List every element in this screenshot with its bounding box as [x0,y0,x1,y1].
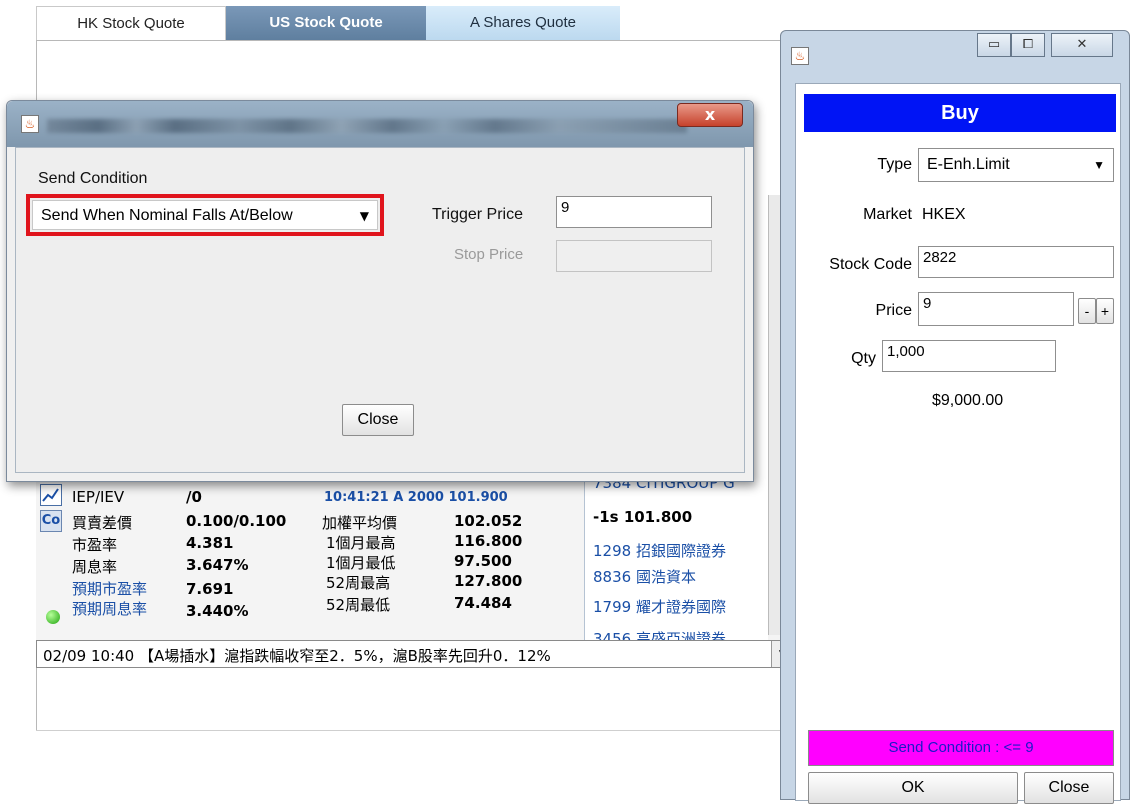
label-52w-low: 52周最低 [326,596,391,614]
value-forward-yield: 3.440% [186,602,249,620]
broker-row: 1298 招銀國際證券 [593,542,726,560]
broker-row: 3456 高盛亞洲證券 [593,630,726,640]
price-label: Price [875,302,912,319]
trade-info: 10:41:21 A 2000 101.900 [324,490,508,505]
dialog-titlebar[interactable]: ♨ x [7,101,753,147]
broker-row: 1799 耀才證券國際 [593,598,726,616]
divider [36,730,796,731]
highlight-box [26,194,384,236]
type-dropdown[interactable]: E-Enh.Limit ▼ [918,148,1114,182]
window-controls: ▭ ⧠ ✕ [977,33,1125,59]
dialog-close-button[interactable]: x [677,103,743,127]
close-icon[interactable]: ✕ [1051,33,1113,57]
value-yield: 3.647% [186,556,249,574]
java-icon: ♨ [21,115,39,133]
broker-queue: 7384 CITIGROUP G -1s 101.800 1298 招銀國際證券… [584,470,768,640]
order-amount: $9,000.00 [932,392,1004,409]
send-condition-dialog: ♨ x Send Condition Send When Nominal Fal… [6,100,754,482]
blurred-title [47,119,687,133]
market-value: HKEX [922,206,966,223]
value-forward-pe: 7.691 [186,580,234,598]
label-vwap: 加權平均價 [322,514,398,532]
label-spread: 買賣差價 [72,514,133,532]
type-label: Type [877,156,912,173]
tab-a-shares-quote[interactable]: A Shares Quote [426,6,620,40]
stock-code-input[interactable]: 2822 [918,246,1114,278]
broker-row: 8836 國浩資本 [593,568,696,586]
co-icon[interactable]: Co [40,510,62,532]
value-iep: /0 [186,488,202,506]
dialog-body: Send Condition Send When Nominal Falls A… [15,147,745,473]
label-1m-high: 1個月最高 [326,534,396,552]
trigger-price-input[interactable]: 9 [556,196,712,228]
chevron-down-icon: ▼ [1093,158,1105,172]
send-condition-summary[interactable]: Send Condition : <= 9 [808,730,1114,766]
label-forward-yield: 預期周息率 [72,600,148,618]
quote-tabs: HK Stock Quote US Stock Quote A Shares Q… [36,0,620,40]
tab-us-stock-quote[interactable]: US Stock Quote [226,6,426,40]
label-52w-high: 52周最高 [326,574,391,592]
label-yield: 周息率 [72,558,118,576]
market-label: Market [863,206,912,223]
ok-button[interactable]: OK [808,772,1018,804]
value-52w-low: 74.484 [454,594,512,612]
chart-icon[interactable] [40,484,62,506]
label-1m-low: 1個月最低 [326,554,396,572]
stop-price-input[interactable] [556,240,712,272]
dialog-close-btn[interactable]: Close [342,404,414,436]
value-vwap: 102.052 [454,512,523,530]
value-52w-high: 127.800 [454,572,523,590]
label-pe: 市盈率 [72,536,118,554]
buy-header: Buy [804,94,1116,132]
type-value: E-Enh.Limit [927,156,1010,173]
news-ticker[interactable]: 02/09 10:40 【A場插水】滬指跌幅收窄至2．5%，滬B股率先回升0．1… [36,640,796,668]
send-condition-label: Send Condition [38,170,148,187]
news-text: 02/09 10:40 【A場插水】滬指跌幅收窄至2．5%，滬B股率先回升0．1… [43,647,551,665]
stock-code-label: Stock Code [829,256,912,273]
stock-detail-panel: Co IEP/IEV /0 買賣差價 0.100/0.100 市盈率 4.381… [36,470,796,640]
price-decrement-button[interactable]: - [1078,298,1096,324]
qty-label: Qty [851,350,876,367]
minimize-icon[interactable]: ▭ [977,33,1011,57]
value-1m-high: 116.800 [454,532,523,550]
price-increment-button[interactable]: + [1096,298,1114,324]
buy-order-window: ♨ ▭ ⧠ ✕ Buy Type E-Enh.Limit ▼ Market HK… [780,30,1130,804]
price-input[interactable]: 9 [918,292,1074,326]
status-light-icon [46,610,60,624]
restore-icon[interactable]: ⧠ [1011,33,1045,57]
qty-input[interactable]: 1,000 [882,340,1056,372]
close-button[interactable]: Close [1024,772,1114,804]
tab-hk-stock-quote[interactable]: HK Stock Quote [36,6,226,40]
value-pe: 4.381 [186,534,234,552]
value-1m-low: 97.500 [454,552,512,570]
stop-price-label: Stop Price [454,246,524,263]
order-form: Buy Type E-Enh.Limit ▼ Market HKEX Stock… [795,83,1121,804]
java-icon: ♨ [791,47,809,65]
trigger-price-label: Trigger Price [432,206,523,223]
value-spread: 0.100/0.100 [186,512,287,530]
label-iep: IEP/IEV [72,488,125,506]
label-forward-pe: 預期市盈率 [72,580,148,598]
broker-row: -1s 101.800 [593,508,693,526]
